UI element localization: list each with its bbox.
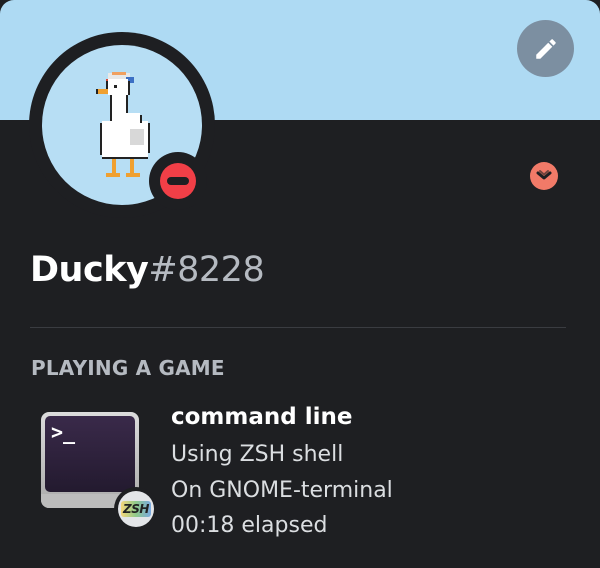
username: Ducky#8228 — [30, 250, 265, 290]
terminal-prompt-glyph: >_ — [51, 420, 76, 444]
dnd-status-bar — [167, 177, 189, 185]
activity-details: Using ZSH shell — [171, 442, 344, 467]
divider — [30, 327, 566, 328]
zsh-icon-text: ZSH — [121, 501, 151, 517]
zsh-icon: ZSH — [118, 491, 154, 527]
activity-state: On GNOME-terminal — [171, 478, 393, 503]
profile-popout: Ducky#8228 PLAYING A GAME >_ ZSH command… — [0, 0, 600, 568]
chevron-down-glyph — [536, 170, 552, 180]
username-name: Ducky — [30, 250, 149, 290]
username-discriminator: #8228 — [148, 250, 265, 290]
dnd-status-icon — [160, 163, 196, 199]
activity-elapsed: 00:18 elapsed — [171, 513, 328, 538]
edit-profile-button[interactable] — [517, 20, 574, 77]
activity-section-title: PLAYING A GAME — [31, 356, 225, 380]
chevron-down-icon[interactable] — [530, 162, 558, 190]
pencil-icon — [535, 38, 556, 59]
activity-name: command line — [171, 404, 353, 430]
